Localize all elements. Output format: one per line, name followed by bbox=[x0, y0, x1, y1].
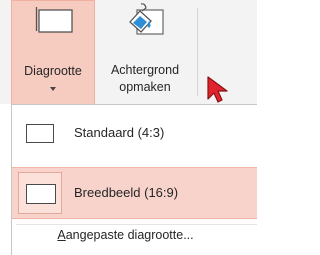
menu-item-widescreen-16-9[interactable]: Breedbeeld (16:9) bbox=[12, 167, 257, 219]
aspect-4-3-icon bbox=[26, 124, 54, 143]
menu-item-standard-4-3[interactable]: Standaard (4:3) bbox=[12, 112, 257, 158]
format-background-button[interactable]: Achtergrond opmaken bbox=[96, 0, 194, 104]
access-key-letter: A bbox=[57, 228, 66, 242]
slide-size-dropdown-menu: Standaard (4:3) Breedbeeld (16:9) Aangep… bbox=[11, 104, 257, 255]
menu-separator bbox=[16, 224, 257, 225]
mouse-pointer-icon bbox=[207, 76, 228, 103]
menu-item-label: Standaard (4:3) bbox=[74, 125, 165, 140]
slide-size-button[interactable]: Diagrootte bbox=[11, 0, 95, 104]
ribbon-divider bbox=[197, 8, 198, 96]
dropdown-caret-icon bbox=[50, 87, 56, 91]
custom-slide-size-label: angepaste diagrootte... bbox=[65, 228, 194, 242]
custom-slide-size-menu-item[interactable]: Aangepaste diagrootte... bbox=[12, 228, 257, 242]
icon-highlight-frame bbox=[18, 172, 62, 214]
slide-size-icon bbox=[35, 7, 73, 33]
format-background-icon bbox=[129, 3, 164, 35]
slide-size-label: Diagrootte bbox=[24, 64, 82, 78]
format-background-label-line1: Achtergrond bbox=[110, 63, 180, 77]
aspect-16-9-icon bbox=[26, 184, 56, 204]
menu-item-label: Breedbeeld (16:9) bbox=[74, 185, 179, 200]
format-background-label-line2: opmaken bbox=[119, 80, 171, 94]
